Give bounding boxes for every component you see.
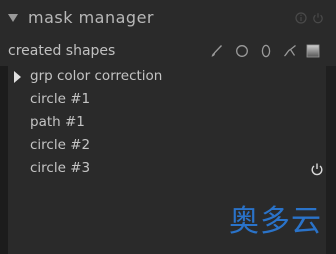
list-item[interactable]: circle #3 (8, 158, 326, 181)
list-item[interactable]: circle #1 (8, 89, 326, 112)
module-title: mask manager (28, 8, 154, 27)
created-shapes-bar: created shapes (0, 36, 336, 66)
info-icon[interactable] (295, 12, 307, 24)
path-icon[interactable] (283, 44, 297, 58)
created-shapes-label: created shapes (8, 43, 116, 59)
list-item-label: grp color correction (30, 68, 163, 84)
power-icon[interactable] (312, 12, 324, 24)
list-item[interactable]: path #1 (8, 112, 326, 135)
expand-arrow-icon[interactable] (14, 71, 21, 83)
gradient-icon[interactable] (306, 44, 320, 58)
list-item-label: path #1 (30, 114, 85, 130)
ellipse-icon[interactable] (259, 44, 273, 58)
watermark-logo: 奥多云 (229, 204, 322, 239)
list-item[interactable]: circle #2 (8, 135, 326, 158)
list-item-label: circle #2 (30, 137, 91, 153)
list-item-label: circle #1 (30, 91, 91, 107)
collapse-arrow-icon[interactable] (8, 14, 18, 22)
circle-icon[interactable] (235, 44, 249, 58)
module-header[interactable]: mask manager (0, 0, 336, 36)
panel-edge (326, 66, 336, 254)
power-icon[interactable] (310, 162, 324, 176)
brush-icon[interactable] (209, 44, 223, 58)
list-item-label: circle #3 (30, 160, 91, 176)
list-item-group[interactable]: grp color correction (8, 66, 326, 89)
